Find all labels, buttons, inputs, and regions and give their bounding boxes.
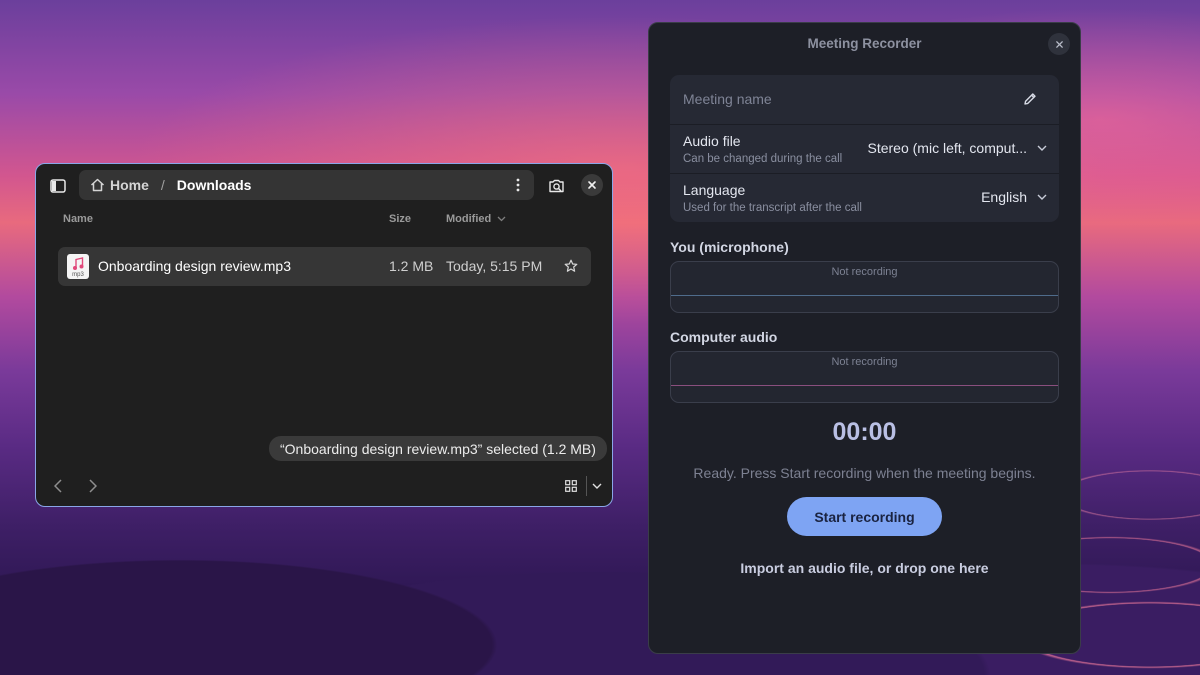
column-header-modified-label: Modified [446,213,492,225]
search-icon[interactable] [544,174,568,198]
kebab-menu-icon[interactable] [506,173,530,197]
files-window: Home / Downloads Name Size Modified mp3 … [35,163,613,507]
home-icon [90,178,105,192]
start-recording-button[interactable]: Start recording [787,497,942,536]
audio-file-row[interactable]: Audio file Can be changed during the cal… [670,124,1059,173]
breadcrumb-current[interactable]: Downloads [177,177,252,193]
recording-timer: 00:00 [832,418,897,446]
grid-view-icon[interactable] [561,475,581,497]
chevron-right-icon[interactable] [83,474,103,498]
file-extension: mp3 [72,272,84,278]
language-row[interactable]: Language Used for the transcript after t… [670,173,1059,222]
microphone-status: Not recording [831,266,898,278]
column-header-name[interactable]: Name [63,213,93,225]
breadcrumb-home-label: Home [110,177,149,193]
pencil-icon[interactable] [1019,88,1041,110]
computer-audio-section-label: Computer audio [670,329,778,345]
column-header-size[interactable]: Size [389,213,411,225]
sidebar-icon[interactable] [46,174,70,198]
breadcrumb-home[interactable]: Home [90,177,149,193]
window-title: Meeting Recorder [807,36,922,51]
path-bar: Home / Downloads [79,170,534,200]
audio-file-dropdown[interactable]: Stereo (mic left, comput... [868,140,1048,156]
audio-file-subtitle: Can be changed during the call [683,153,843,165]
chevron-down-icon [1037,145,1047,151]
computer-audio-level-meter: Not recording [670,351,1059,403]
computer-audio-status: Not recording [831,356,898,368]
close-icon[interactable] [581,174,603,196]
settings-card: Meeting name Audio file Can be changed d… [670,75,1059,222]
file-modified: Today, 5:15 PM [446,258,543,274]
column-header-modified[interactable]: Modified [446,213,506,225]
language-dropdown[interactable]: English [981,189,1047,205]
status-message: Ready. Press Start recording when the me… [693,465,1036,481]
audio-file-icon: mp3 [67,254,89,279]
computer-audio-waveform-baseline [671,385,1058,386]
microphone-section-label: You (microphone) [670,239,789,255]
chevron-down-icon [1037,194,1047,200]
import-audio-link[interactable]: Import an audio file, or drop one here [649,560,1080,576]
breadcrumb-separator: / [160,177,165,193]
meeting-name-input[interactable]: Meeting name [683,91,772,107]
close-icon[interactable] [1048,33,1070,55]
file-name: Onboarding design review.mp3 [98,258,292,274]
view-divider [586,476,587,496]
language-label: Language [683,182,746,198]
file-row[interactable]: mp3 Onboarding design review.mp3 1.2 MB … [58,247,591,286]
chevron-left-icon[interactable] [48,474,68,498]
language-subtitle: Used for the transcript after the call [683,202,862,214]
language-value: English [981,189,1027,205]
microphone-waveform-baseline [671,295,1058,296]
meeting-name-row[interactable]: Meeting name [670,75,1059,124]
chevron-down-icon[interactable] [588,475,606,497]
star-icon[interactable] [561,256,581,276]
selection-status: “Onboarding design review.mp3” selected … [269,436,607,461]
audio-file-value: Stereo (mic left, comput... [867,140,1028,156]
audio-file-label: Audio file [683,133,741,149]
meeting-recorder-window: Meeting Recorder Meeting name Audio file… [648,22,1081,654]
file-size: 1.2 MB [389,258,434,274]
sort-down-icon [497,216,506,222]
microphone-level-meter: Not recording [670,261,1059,313]
